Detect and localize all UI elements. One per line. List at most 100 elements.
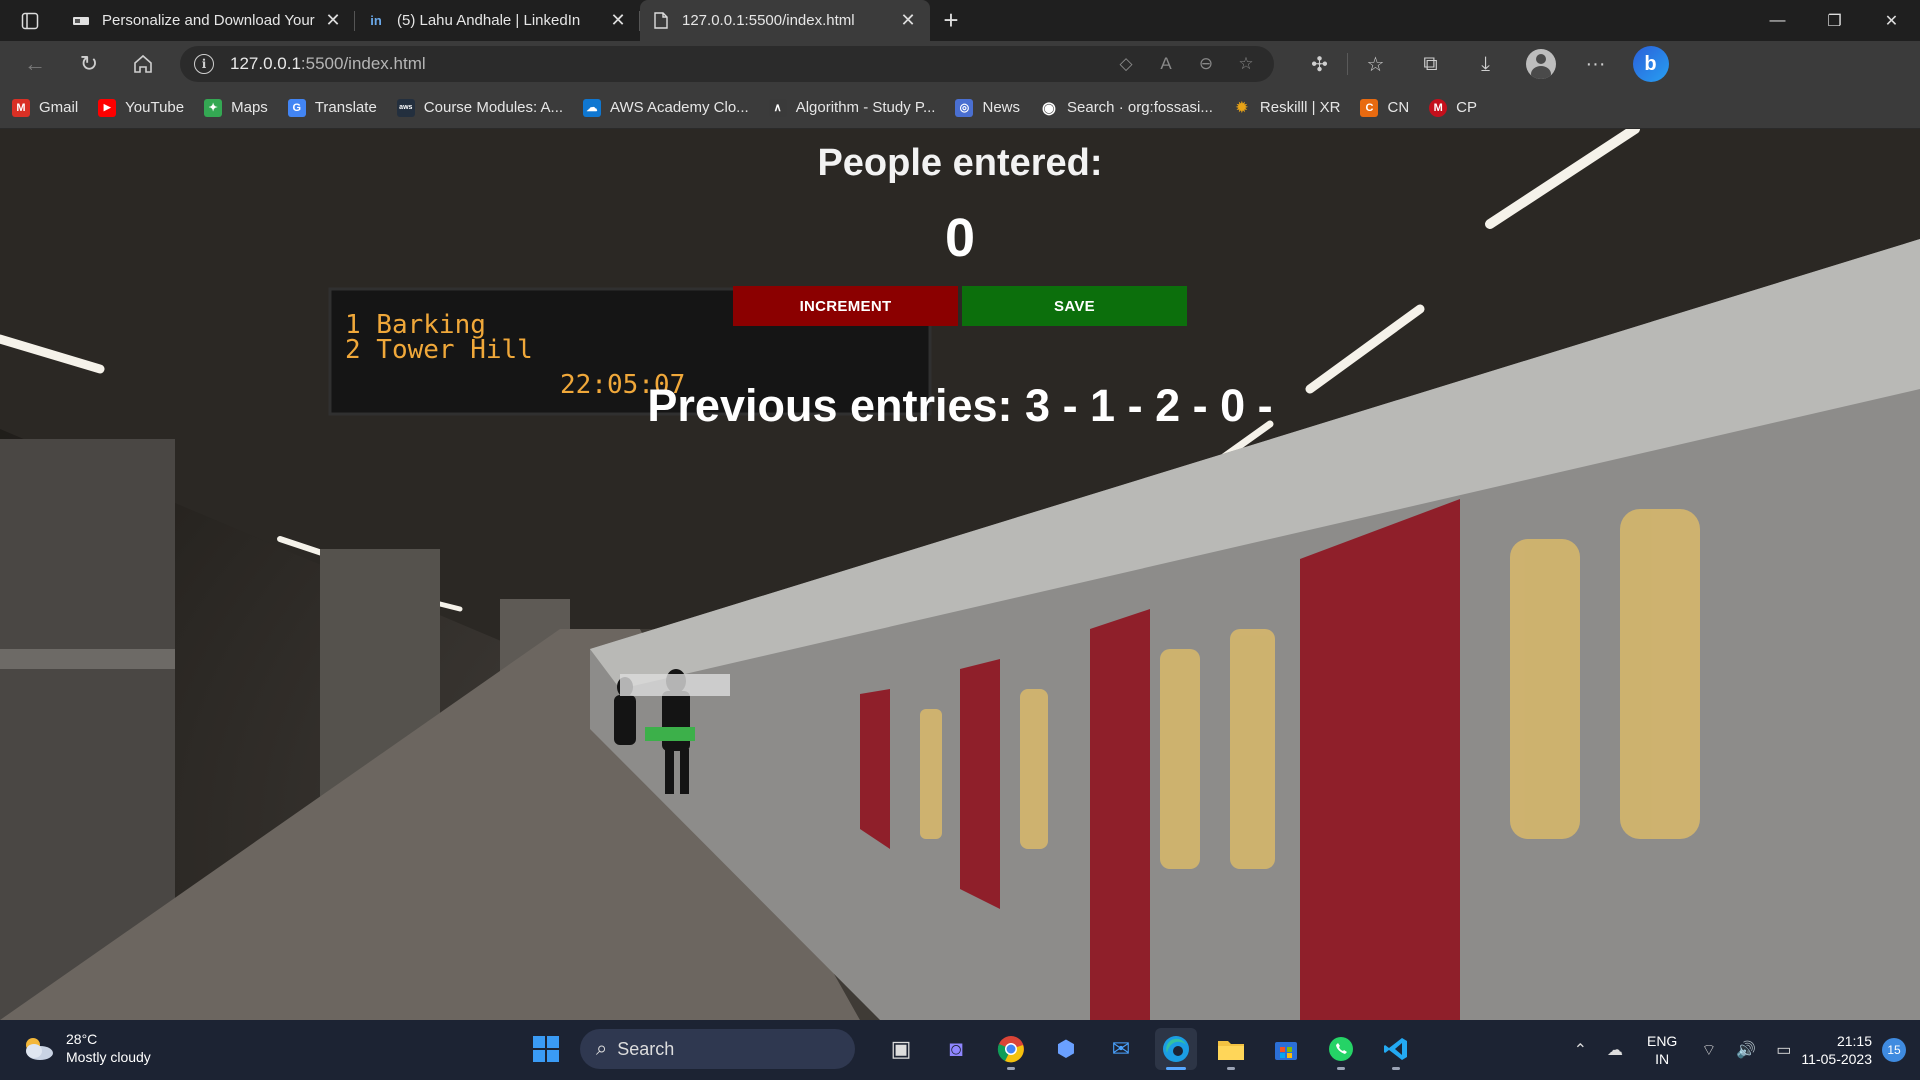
weather-condition: Mostly cloudy [66, 1049, 151, 1065]
tab-linkedin[interactable]: in (5) Lahu Andhale | LinkedIn ✕ [355, 0, 640, 41]
close-tab-icon[interactable]: ✕ [323, 10, 343, 31]
translate-icon: G [287, 98, 306, 117]
bookmark-label: Reskilll | XR [1259, 99, 1341, 116]
volume-icon[interactable]: 🔊 [1736, 1040, 1756, 1060]
store-button[interactable] [1265, 1028, 1307, 1070]
minimize-icon: — [1769, 11, 1786, 29]
news-icon: ◎ [955, 98, 974, 117]
temperature: 28°C [66, 1031, 98, 1047]
store-icon [1275, 1042, 1297, 1060]
back-arrow-icon: ← [24, 51, 46, 76]
back-button[interactable]: ← [8, 41, 62, 87]
bookmark-label: CP [1456, 99, 1477, 116]
bookmark-aws-academy[interactable]: ☁ AWS Academy Clo... [583, 98, 749, 117]
settings-more-button[interactable]: ··· [1568, 53, 1623, 76]
linkedin-icon: in [370, 13, 382, 28]
start-button[interactable] [525, 1028, 567, 1070]
vscode-button[interactable] [1375, 1028, 1417, 1070]
notification-badge[interactable]: 15 [1882, 1038, 1906, 1062]
favorites-button[interactable]: ☆ [1348, 52, 1403, 77]
home-button[interactable] [116, 41, 170, 87]
file-explorer-button[interactable] [1210, 1028, 1252, 1070]
restore-icon: ❐ [1827, 12, 1842, 30]
cp-icon: M [1429, 98, 1448, 117]
search-label: Search [617, 1038, 675, 1059]
bookmark-cp[interactable]: M CP [1429, 98, 1477, 117]
window-controls: — ❐ ✕ [1749, 0, 1920, 41]
taskbar-apps: ⌕ Search ▣ ◙ ⬢ ✉ [525, 1028, 1417, 1070]
tab-personalize[interactable]: Personalize and Download Your ✕ [60, 0, 355, 41]
media-app-button[interactable]: ⬢ [1045, 1028, 1087, 1070]
task-view-button[interactable]: ▣ [880, 1028, 922, 1070]
new-tab-button[interactable]: + [930, 0, 972, 41]
windows-icon [533, 1036, 559, 1062]
gmail-icon: M [12, 98, 30, 117]
tab-title: (5) Lahu Andhale | LinkedIn [397, 12, 581, 29]
restore-button[interactable]: ❐ [1806, 0, 1863, 41]
close-icon: ✕ [1884, 12, 1899, 30]
language-indicator[interactable]: ENG IN [1647, 1032, 1677, 1068]
profile-button[interactable] [1513, 49, 1568, 79]
bookmark-gmail[interactable]: M Gmail [12, 98, 78, 117]
whatsapp-button[interactable] [1320, 1028, 1362, 1070]
downloads-button[interactable]: ⤓ [1458, 53, 1513, 76]
wifi-icon[interactable]: ⌔ [1701, 1040, 1716, 1060]
windows-taskbar: 28°C Mostly cloudy ⌕ Search ▣ ◙ ⬢ ✉ ⌃ ☁ … [0, 1020, 1920, 1080]
bulb-icon: ✹ [1236, 99, 1248, 115]
add-favorite-icon[interactable]: ☆ [1228, 54, 1264, 74]
tab-title: 127.0.0.1:5500/index.html [682, 12, 855, 29]
bookmark-label: Maps [231, 99, 268, 116]
close-tab-icon[interactable]: ✕ [608, 10, 628, 31]
show-hidden-icons-icon[interactable]: ⌃ [1574, 1040, 1587, 1060]
tab-actions-button[interactable] [0, 0, 60, 41]
bookmark-reskilll[interactable]: ✹ Reskilll | XR [1233, 99, 1341, 117]
url-text[interactable]: 127.0.0.1:5500/index.html [230, 54, 1108, 74]
weather-widget[interactable]: 28°C Mostly cloudy [20, 1030, 151, 1066]
bookmark-translate[interactable]: G Translate [287, 98, 377, 117]
mail-button[interactable]: ✉ [1100, 1028, 1142, 1070]
onedrive-icon[interactable]: ☁ [1607, 1040, 1623, 1060]
bookmark-maps[interactable]: ✦ Maps [204, 98, 268, 117]
tracking-prevention-icon[interactable]: ◇ [1108, 54, 1144, 74]
bing-button[interactable]: b [1623, 46, 1678, 82]
increment-button[interactable]: INCREMENT [733, 286, 958, 326]
save-button[interactable]: SAVE [962, 286, 1187, 326]
collections-button[interactable]: ⧉ [1403, 53, 1458, 76]
collections-icon: ⧉ [1423, 52, 1438, 75]
taskbar-search[interactable]: ⌕ Search [580, 1029, 855, 1069]
clock[interactable]: 21:15 11-05-2023 [1801, 1032, 1872, 1068]
edge-button[interactable] [1155, 1028, 1197, 1070]
previous-entries: Previous entries: 3 - 1 - 2 - 0 - [647, 380, 1273, 431]
tab-localhost[interactable]: 127.0.0.1:5500/index.html ✕ [640, 0, 930, 41]
button-row: INCREMENT SAVE [0, 286, 1920, 326]
chrome-button[interactable] [990, 1028, 1032, 1070]
bookmark-label: CN [1387, 99, 1410, 116]
running-indicator [1337, 1067, 1345, 1070]
read-aloud-icon[interactable]: A [1148, 54, 1184, 74]
close-tab-icon[interactable]: ✕ [898, 10, 918, 31]
avatar [1525, 49, 1556, 79]
address-bar[interactable]: i 127.0.0.1:5500/index.html ◇ A ⊖ ☆ [180, 46, 1274, 82]
plus-icon: + [943, 5, 959, 35]
site-info-icon[interactable]: i [194, 54, 214, 74]
home-icon [134, 54, 152, 73]
bookmarks-bar: M Gmail ▶ YouTube ✦ Maps G Translate aws Cour… [0, 87, 1920, 129]
bookmark-algorithm[interactable]: ∧ Algorithm - Study P... [768, 98, 936, 117]
bookmark-cn[interactable]: C CN [1360, 98, 1410, 117]
teams-chat-button[interactable]: ◙ [935, 1028, 977, 1070]
bookmark-label: Algorithm - Study P... [795, 99, 936, 116]
bookmark-course-modules[interactable]: aws Course Modules: A... [396, 98, 563, 117]
minimize-button[interactable]: — [1749, 0, 1806, 41]
task-view-icon: ▣ [890, 1036, 912, 1061]
refresh-button[interactable]: ↻ [62, 41, 116, 87]
maps-icon: ✦ [204, 98, 223, 117]
zoom-out-icon[interactable]: ⊖ [1188, 54, 1224, 74]
bookmark-youtube[interactable]: ▶ YouTube [98, 98, 184, 117]
bookmark-news[interactable]: ◎ News [955, 98, 1020, 117]
battery-icon[interactable]: ▭ [1776, 1040, 1791, 1060]
close-window-button[interactable]: ✕ [1863, 0, 1920, 41]
more-icon: ··· [1585, 52, 1606, 75]
extensions-button[interactable]: ✣ [1292, 52, 1347, 77]
url-path: :5500/index.html [300, 54, 426, 73]
bookmark-github-search[interactable]: ◉ Search · org:fossasi... [1040, 98, 1213, 117]
